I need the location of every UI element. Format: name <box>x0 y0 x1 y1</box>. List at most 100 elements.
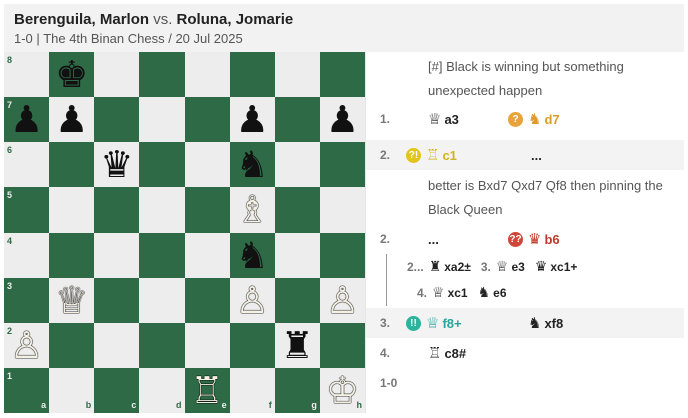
move-black-2[interactable]: ?? ♛ b6 <box>508 230 560 248</box>
square-e7[interactable] <box>184 97 230 143</box>
file-label: c <box>131 400 137 410</box>
square-f2[interactable] <box>229 322 275 368</box>
square-h4[interactable] <box>319 232 365 278</box>
square-f3[interactable]: ♙ <box>229 277 275 323</box>
square-f5[interactable]: ♗ <box>229 187 275 233</box>
white-pawn-icon[interactable]: ♙ <box>236 282 269 319</box>
black-player-name[interactable]: Roluna, Jomarie <box>177 11 294 28</box>
square-f1[interactable]: f <box>229 367 275 413</box>
square-b6[interactable] <box>49 142 95 188</box>
variation-move[interactable]: ♞ e6 <box>478 285 507 301</box>
file-label: a <box>41 400 47 410</box>
black-pawn-icon[interactable]: ♟ <box>55 101 88 138</box>
square-g7[interactable] <box>274 97 320 143</box>
square-g1[interactable]: g <box>274 367 320 413</box>
white-pawn-icon[interactable]: ♙ <box>326 282 359 319</box>
square-a7[interactable]: 7 ♟ <box>4 97 50 143</box>
square-f8[interactable] <box>229 52 275 98</box>
square-e1[interactable]: e ♖ <box>184 367 230 413</box>
black-pawn-icon[interactable]: ♟ <box>236 101 269 138</box>
square-d3[interactable] <box>139 277 185 323</box>
square-d8[interactable] <box>139 52 185 98</box>
white-pawn-icon[interactable]: ♙ <box>10 327 43 364</box>
black-knight-icon[interactable]: ♞ <box>236 237 269 274</box>
square-g6[interactable] <box>274 142 320 188</box>
move-white-3[interactable]: !! ♕ f8+ <box>406 314 462 332</box>
square-e5[interactable] <box>184 187 230 233</box>
square-b3[interactable]: ♕ <box>49 277 95 323</box>
square-h3[interactable]: ♙ <box>319 277 365 323</box>
square-e3[interactable] <box>184 277 230 323</box>
square-h1[interactable]: h ♔ <box>319 367 365 413</box>
square-f6[interactable]: ♞ <box>229 142 275 188</box>
square-e6[interactable] <box>184 142 230 188</box>
chess-board[interactable]: 8 ♚ 7 ♟ ♟ ♟ ♟ 6 ♛ ♞ 5 ♗ 4 ♞ 3 ♕ ♙ ♙ 2 ♙ ♜ 1 a b c d e ♖ f g h ♔ <box>4 52 365 413</box>
square-g8[interactable] <box>274 52 320 98</box>
square-a1[interactable]: 1a <box>4 367 50 413</box>
square-d5[interactable] <box>139 187 185 233</box>
white-player-name[interactable]: Berenguila, Marlon <box>14 11 149 28</box>
square-c2[interactable] <box>94 322 140 368</box>
move-text: xf8 <box>544 315 564 331</box>
square-h7[interactable]: ♟ <box>319 97 365 143</box>
square-a3[interactable]: 3 <box>4 277 50 323</box>
square-g5[interactable] <box>274 187 320 233</box>
black-pawn-icon[interactable]: ♟ <box>10 101 43 138</box>
square-c1[interactable]: c <box>94 367 140 413</box>
square-e8[interactable] <box>184 52 230 98</box>
white-rook-icon[interactable]: ♖ <box>190 372 223 409</box>
move-white-4[interactable]: ♖ c8# <box>428 344 466 362</box>
variation-move[interactable]: ♛ xc1+ <box>535 259 578 275</box>
square-a5[interactable]: 5 <box>4 187 50 233</box>
square-c3[interactable] <box>94 277 140 323</box>
move-row-1: 1. ♕ a3 ? ♞ d7 <box>366 104 684 134</box>
square-d4[interactable] <box>139 232 185 278</box>
square-a4[interactable]: 4 <box>4 232 50 278</box>
square-d6[interactable] <box>139 142 185 188</box>
black-rook-icon[interactable]: ♜ <box>281 327 314 364</box>
square-c6[interactable]: ♛ <box>94 142 140 188</box>
square-h5[interactable] <box>319 187 365 233</box>
black-pawn-icon[interactable]: ♟ <box>326 101 359 138</box>
move-white-2[interactable]: ?! ♖ c1 <box>406 146 457 164</box>
white-queen-icon[interactable]: ♕ <box>55 282 88 319</box>
move-white-1[interactable]: ♕ a3 <box>428 110 459 128</box>
square-c7[interactable] <box>94 97 140 143</box>
square-b7[interactable]: ♟ <box>49 97 95 143</box>
square-c4[interactable] <box>94 232 140 278</box>
variation-move[interactable]: ♕ e3 <box>496 259 525 275</box>
square-e2[interactable] <box>184 322 230 368</box>
black-queen-icon[interactable]: ♛ <box>100 146 133 183</box>
square-h2[interactable] <box>319 322 365 368</box>
square-g2[interactable]: ♜ <box>274 322 320 368</box>
white-bishop-icon[interactable]: ♗ <box>236 191 269 228</box>
square-a2[interactable]: 2 ♙ <box>4 322 50 368</box>
black-knight-icon[interactable]: ♞ <box>236 146 269 183</box>
square-f4[interactable]: ♞ <box>229 232 275 278</box>
square-f7[interactable]: ♟ <box>229 97 275 143</box>
square-c5[interactable] <box>94 187 140 233</box>
square-b2[interactable] <box>49 322 95 368</box>
move-black-1[interactable]: ? ♞ d7 <box>508 110 560 128</box>
square-e4[interactable] <box>184 232 230 278</box>
square-g3[interactable] <box>274 277 320 323</box>
black-king-icon[interactable]: ♚ <box>55 56 88 93</box>
square-a6[interactable]: 6 <box>4 142 50 188</box>
variation-move[interactable]: ♜ xa2± <box>429 259 471 275</box>
square-d7[interactable] <box>139 97 185 143</box>
square-b1[interactable]: b <box>49 367 95 413</box>
square-d1[interactable]: d <box>139 367 185 413</box>
square-h8[interactable] <box>319 52 365 98</box>
square-b4[interactable] <box>49 232 95 278</box>
variation-move[interactable]: ♕ xc1 <box>432 285 468 301</box>
square-h6[interactable] <box>319 142 365 188</box>
move-number: 4. <box>380 346 391 360</box>
move-black-3[interactable]: ♞ xf8 <box>528 314 563 332</box>
square-a8[interactable]: 8 <box>4 52 50 98</box>
square-d2[interactable] <box>139 322 185 368</box>
square-g4[interactable] <box>274 232 320 278</box>
square-b5[interactable] <box>49 187 95 233</box>
square-c8[interactable] <box>94 52 140 98</box>
white-king-icon[interactable]: ♔ <box>326 372 359 409</box>
square-b8[interactable]: ♚ <box>49 52 95 98</box>
